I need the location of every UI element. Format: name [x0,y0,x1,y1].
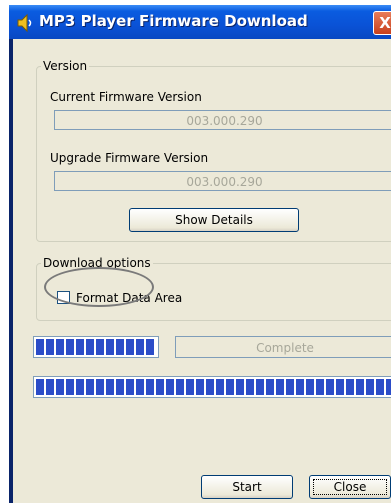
main-progress-fill [36,379,391,395]
current-firmware-field: 003.000.290 [54,110,391,130]
annotation-ellipse [44,267,154,307]
dialog-client-area: Version Current Firmware Version 003.000… [13,39,391,503]
small-progress-fill [36,339,156,355]
start-label: Start [232,480,262,494]
start-button[interactable]: Start [201,475,293,499]
title-bar[interactable]: MP3 Player Firmware Download X [9,5,391,39]
small-progress-bar [33,336,159,358]
close-icon: X [379,14,391,32]
upgrade-firmware-field: 003.000.290 [54,171,391,191]
version-group-label: Version [41,59,90,73]
show-details-label: Show Details [175,213,253,227]
current-firmware-label: Current Firmware Version [50,90,202,104]
show-details-button[interactable]: Show Details [129,208,299,232]
close-window-button[interactable]: X [373,11,391,35]
main-progress-bar [33,376,391,398]
close-button[interactable]: Close [309,475,391,499]
upgrade-firmware-label: Upgrade Firmware Version [50,151,209,165]
window-title: MP3 Player Firmware Download [39,12,308,30]
firmware-download-window: MP3 Player Firmware Download X Version C… [9,5,391,503]
close-label: Close [333,480,367,494]
speaker-icon [16,13,36,33]
status-field: Complete [175,336,391,358]
